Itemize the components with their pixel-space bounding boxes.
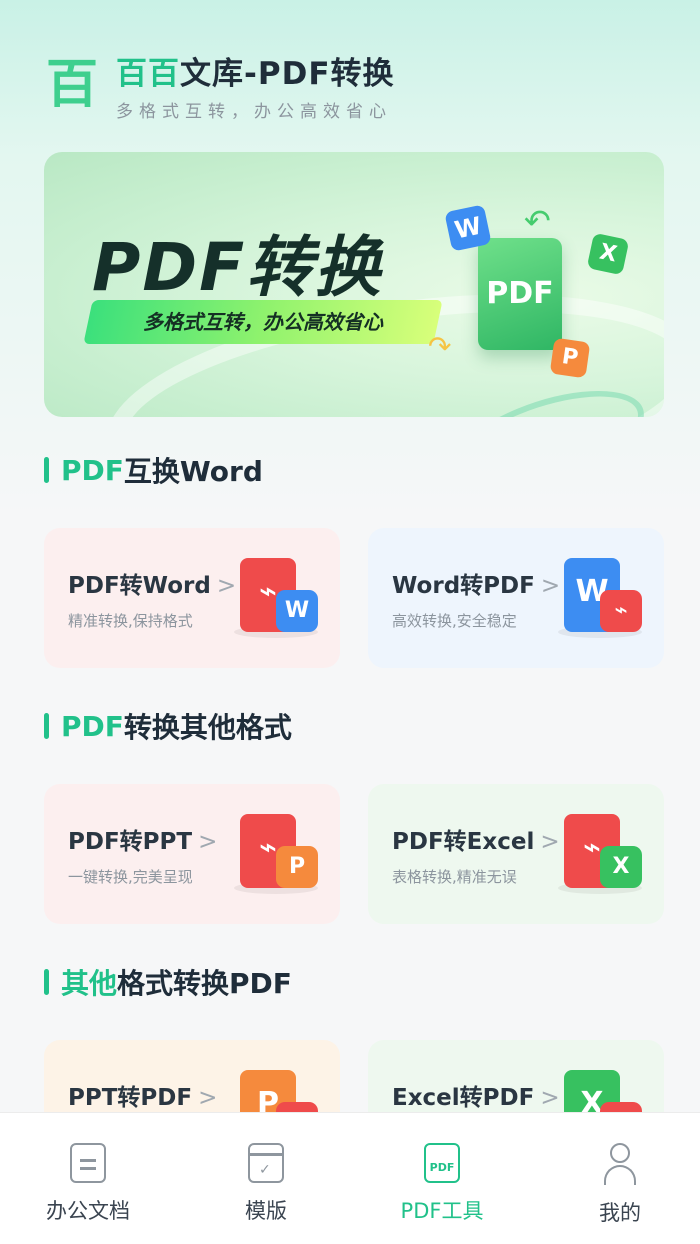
tab-profile[interactable]: 我的: [560, 1143, 680, 1227]
excel-badge-icon: X: [600, 846, 642, 888]
arrow-icon: ↷: [428, 330, 452, 363]
profile-icon: [602, 1143, 638, 1185]
app-title: 百百文库-PDF转换: [116, 56, 395, 92]
card-title: Excel转PDF >: [392, 1085, 560, 1111]
chevron-right-icon: >: [198, 829, 218, 855]
card-title: PPT转PDF >: [68, 1085, 218, 1111]
pdf-file-icon: PDF: [478, 238, 562, 350]
card-title: PDF转PPT >: [68, 829, 218, 855]
chevron-right-icon: >: [540, 829, 560, 855]
chevron-right-icon: >: [540, 573, 561, 599]
chevron-right-icon: >: [216, 573, 237, 599]
card-subtitle: 高效转换,安全稳定: [392, 612, 517, 630]
card-pdf-to-ppt[interactable]: PDF转PPT > 一键转换,完美呈现 ⌁ P: [44, 784, 340, 924]
chevron-right-icon: >: [540, 1085, 560, 1111]
ppt-icon: P: [549, 337, 591, 379]
ppt-badge-icon: P: [276, 846, 318, 888]
card-title: PDF转Word >: [68, 573, 237, 599]
chevron-right-icon: >: [198, 1085, 218, 1111]
card-title: Word转PDF >: [392, 573, 561, 599]
tab-pdf-tools[interactable]: PDF PDF工具: [382, 1143, 502, 1225]
tab-office-docs[interactable]: 办公文档: [28, 1143, 148, 1225]
banner-tagline-pill: 多格式互转，办公高效省心: [83, 300, 443, 344]
word-badge-icon: W: [276, 590, 318, 632]
card-pdf-to-word[interactable]: PDF转Word > 精准转换,保持格式 ⌁ W: [44, 528, 340, 668]
card-subtitle: 一键转换,完美呈现: [68, 868, 193, 886]
promo-banner[interactable]: PDF转换 多格式互转，办公高效省心 ↶ PDF W X P ↷: [44, 152, 664, 417]
card-title: PDF转Excel >: [392, 829, 560, 855]
card-pdf-to-excel[interactable]: PDF转Excel > 表格转换,精准无误 ⌁ X: [368, 784, 664, 924]
app-subtitle: 多格式互转，办公高效省心: [116, 102, 392, 122]
section-title-pdf-other: PDF 转换其他格式: [44, 706, 292, 746]
app-logo: 百: [45, 55, 98, 115]
section-title-pdf-word: PDF 互换Word: [44, 450, 263, 490]
pdf-icon: PDF: [424, 1143, 460, 1183]
pdf-badge-icon: ⌁: [600, 590, 642, 632]
app-header: 百 百百文库-PDF转换 多格式互转，办公高效省心: [44, 48, 395, 122]
card-word-to-pdf[interactable]: Word转PDF > 高效转换,安全稳定 W ⌁: [368, 528, 664, 668]
arrow-icon: ↶: [524, 202, 551, 240]
section-title-other-pdf: 其他 格式转换PDF: [44, 962, 292, 1002]
card-subtitle: 精准转换,保持格式: [68, 612, 193, 630]
excel-icon: X: [586, 232, 630, 276]
banner-title: PDF转换: [92, 229, 383, 306]
document-icon: [70, 1143, 106, 1183]
tab-templates[interactable]: ✓ 模版: [206, 1143, 326, 1225]
word-icon: W: [444, 204, 492, 252]
template-icon: ✓: [248, 1143, 284, 1183]
card-subtitle: 表格转换,精准无误: [392, 868, 517, 886]
bottom-tab-bar: 办公文档 ✓ 模版 PDF PDF工具 我的: [0, 1112, 700, 1244]
